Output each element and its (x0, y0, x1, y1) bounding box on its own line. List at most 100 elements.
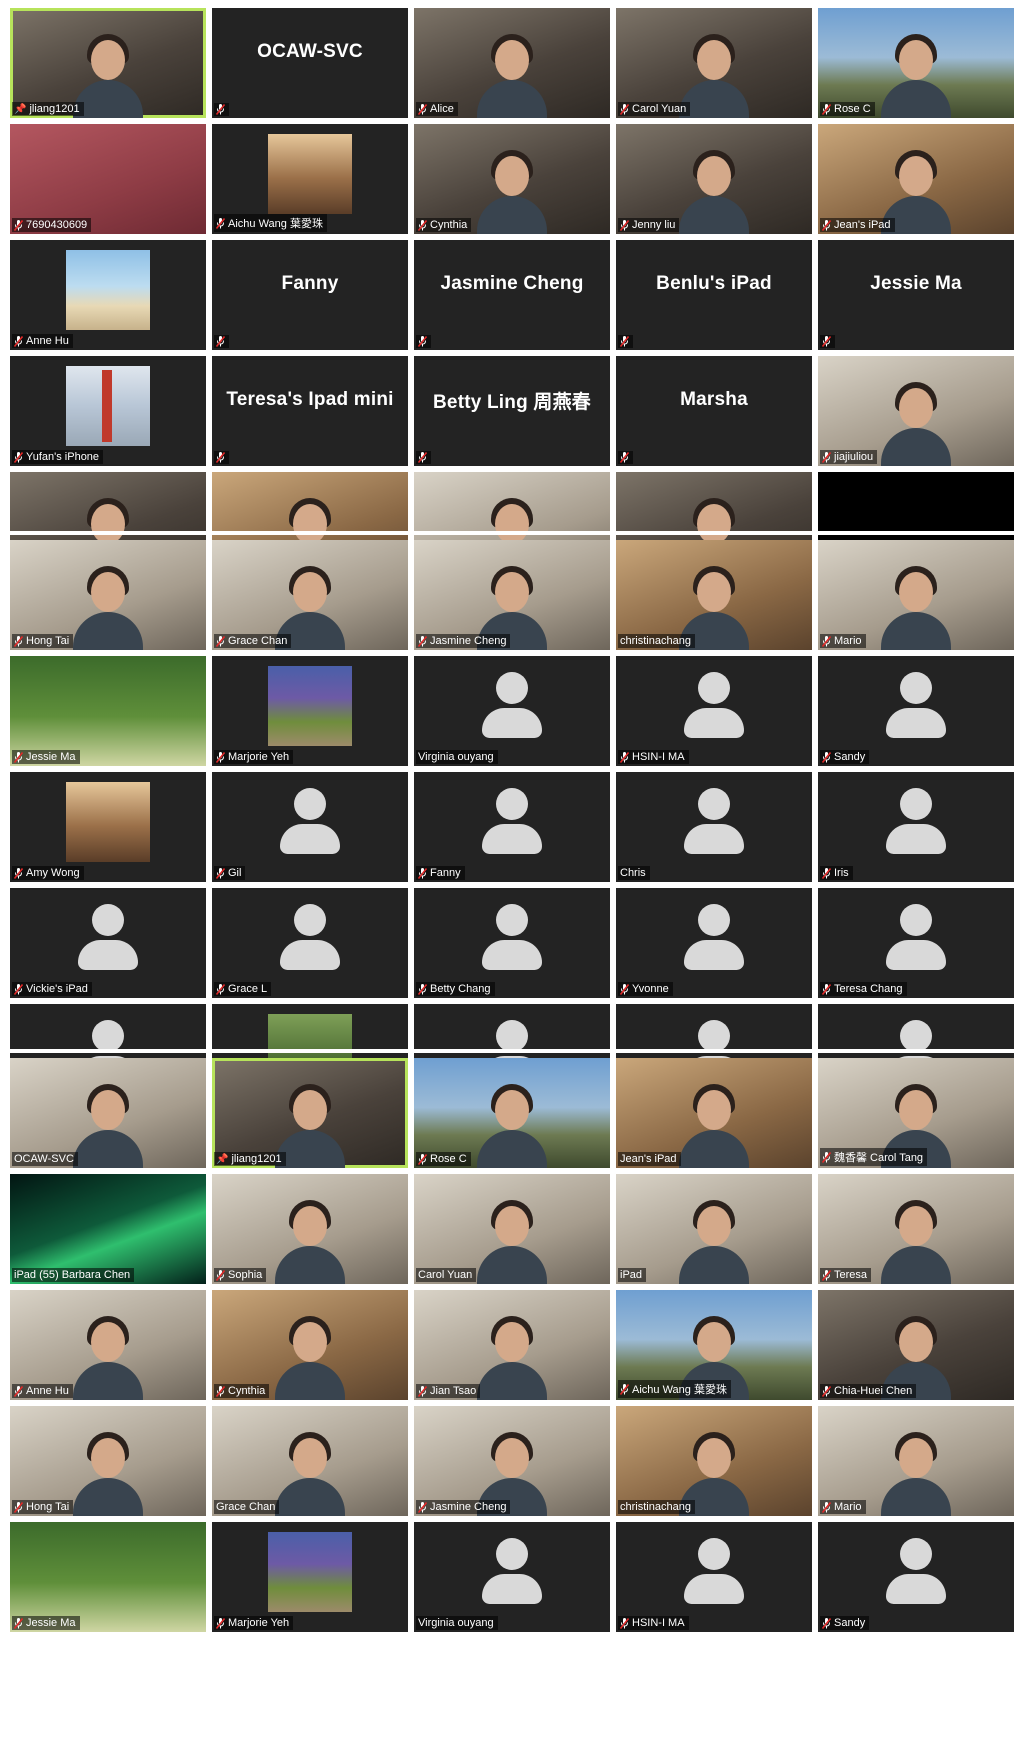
pin-icon: 📌 (216, 1153, 229, 1165)
participant-video-person (477, 1082, 547, 1168)
participant-tile[interactable]: HSIN-I MA (616, 1522, 812, 1632)
participant-tile[interactable]: Chia-Huei Chen (818, 1290, 1014, 1400)
participant-name-text: christinachang (620, 1501, 691, 1513)
participant-display-name: Marsha (680, 389, 748, 410)
participant-tile[interactable]: Jean's iPad (818, 124, 1014, 234)
participant-tile[interactable]: Gil (212, 772, 408, 882)
participant-tile[interactable]: 📌 jliang1201 (212, 1058, 408, 1168)
participant-tile[interactable]: Amy Wong (10, 772, 206, 882)
participant-tile[interactable]: 7690430609 (10, 124, 206, 234)
screenshot-separator (0, 531, 1014, 535)
participant-name-text: Hong Tai (26, 1501, 70, 1513)
participant-tile[interactable]: Jian Tsao (414, 1290, 610, 1400)
participant-tile[interactable]: jiajiuliou (818, 356, 1014, 466)
participant-tile[interactable]: Iris (818, 772, 1014, 882)
mic-muted-icon (620, 103, 629, 115)
participant-tile[interactable]: Jessie Ma (10, 1522, 206, 1632)
participant-tile[interactable]: Betty Ling 周燕春 (414, 356, 610, 466)
participant-name-text: Jean's iPad (834, 219, 891, 231)
participant-name-text: Cynthia (430, 219, 468, 231)
mic-muted-icon (418, 867, 427, 879)
participant-tile[interactable]: Chris (616, 772, 812, 882)
participant-tile[interactable]: Hong Tai (10, 540, 206, 650)
participant-tile[interactable]: iPad (55) Barbara Chen (10, 1174, 206, 1284)
participant-tile[interactable]: christinachang (616, 540, 812, 650)
participant-name-label: Anne Hu (12, 334, 73, 348)
default-avatar-icon (280, 788, 340, 860)
participant-tile[interactable]: Aichu Wang 葉愛珠 (212, 124, 408, 234)
participant-tile[interactable]: Teresa Chang (818, 888, 1014, 998)
participant-tile[interactable]: HSIN-I MA (616, 656, 812, 766)
participant-name-text: Anne Hu (26, 1385, 69, 1397)
participant-tile[interactable]: 魏香馨 Carol Tang (818, 1058, 1014, 1168)
participant-name-label: Teresa (820, 1268, 872, 1282)
participant-tile[interactable]: Yvonne (616, 888, 812, 998)
participant-video-person (73, 1314, 143, 1400)
participant-tile[interactable]: OCAW-SVC (212, 8, 408, 118)
participant-tile[interactable]: Mario (818, 1406, 1014, 1516)
participant-name-text: Virginia ouyang (418, 1617, 494, 1629)
participant-tile[interactable]: Fanny (212, 240, 408, 350)
mic-muted-icon (14, 451, 23, 463)
participant-tile[interactable]: Teresa (818, 1174, 1014, 1284)
participant-tile[interactable]: Teresa's Ipad mini (212, 356, 408, 466)
participant-tile[interactable]: Sandy (818, 656, 1014, 766)
participant-name-label: Cynthia (416, 218, 472, 232)
participant-video-person (275, 1198, 345, 1284)
participant-tile[interactable]: Cynthia (212, 1290, 408, 1400)
participant-name-label: Jean's iPad (820, 218, 895, 232)
participant-tile[interactable]: Marjorie Yeh (212, 1522, 408, 1632)
participant-tile[interactable]: OCAW-SVC (10, 1058, 206, 1168)
participant-tile[interactable]: Jessie Ma (818, 240, 1014, 350)
participant-name-text: Jenny liu (632, 219, 676, 231)
participant-tile[interactable]: Virginia ouyang (414, 1522, 610, 1632)
participant-name-label (618, 451, 633, 464)
participant-name-label: Jasmine Cheng (416, 634, 511, 648)
participant-tile[interactable]: Anne Hu (10, 240, 206, 350)
mic-muted-icon (216, 751, 225, 763)
participant-tile[interactable]: Rose C (818, 8, 1014, 118)
participant-tile[interactable]: Cynthia (414, 124, 610, 234)
participant-tile[interactable]: christinachang (616, 1406, 812, 1516)
participant-tile[interactable]: Sandy (818, 1522, 1014, 1632)
participant-grid-s3: OCAW-SVC 📌 jliang1201 Rose C Jean's iPad 魏香馨 … (10, 1058, 1014, 1632)
mic-muted-icon (822, 867, 831, 879)
participant-tile[interactable]: Virginia ouyang (414, 656, 610, 766)
participant-tile[interactable]: Fanny (414, 772, 610, 882)
participant-name-text: Marjorie Yeh (228, 751, 290, 763)
participant-tile[interactable]: Anne Hu (10, 1290, 206, 1400)
participant-tile[interactable]: Carol Yuan (616, 8, 812, 118)
participant-tile[interactable]: Aichu Wang 葉愛珠 (616, 1290, 812, 1400)
participant-tile[interactable]: Jenny liu (616, 124, 812, 234)
participant-tile[interactable]: Marsha (616, 356, 812, 466)
participant-tile[interactable]: Betty Chang (414, 888, 610, 998)
participant-tile[interactable]: Vickie's iPad (10, 888, 206, 998)
participant-name-label: 魏香馨 Carol Tang (820, 1148, 928, 1166)
mic-muted-icon (418, 635, 427, 647)
participant-name-text: Jian Tsao (430, 1385, 477, 1397)
participant-tile[interactable]: Jean's iPad (616, 1058, 812, 1168)
participant-tile[interactable]: Grace L (212, 888, 408, 998)
participant-tile[interactable]: Alice (414, 8, 610, 118)
participant-tile[interactable]: Grace Chan (212, 1406, 408, 1516)
participant-tile[interactable]: 📌 jliang1201 (10, 8, 206, 118)
participant-tile[interactable]: Yufan's iPhone (10, 356, 206, 466)
participant-name-text: Betty Chang (430, 983, 491, 995)
participant-name-text: Aichu Wang 葉愛珠 (228, 218, 323, 230)
participant-tile[interactable]: Grace Chan (212, 540, 408, 650)
participant-tile[interactable]: Marjorie Yeh (212, 656, 408, 766)
participant-tile[interactable]: Sophia (212, 1174, 408, 1284)
default-avatar-icon (482, 788, 542, 860)
participant-tile[interactable]: Jasmine Cheng (414, 240, 610, 350)
participant-tile[interactable]: Carol Yuan (414, 1174, 610, 1284)
participant-tile[interactable]: Jasmine Cheng (414, 1406, 610, 1516)
participant-tile[interactable]: Hong Tai (10, 1406, 206, 1516)
participant-tile[interactable]: iPad (616, 1174, 812, 1284)
participant-name-text: Aichu Wang 葉愛珠 (632, 1384, 727, 1396)
participant-tile[interactable]: Jessie Ma (10, 656, 206, 766)
participant-tile[interactable]: Jasmine Cheng (414, 540, 610, 650)
participant-tile[interactable]: Rose C (414, 1058, 610, 1168)
participant-tile[interactable]: Mario (818, 540, 1014, 650)
participant-tile[interactable]: Benlu's iPad (616, 240, 812, 350)
participant-grid-s1: 📌 jliang1201 OCAW-SVC Alice Carol Yuan Rose C… (10, 8, 1014, 582)
